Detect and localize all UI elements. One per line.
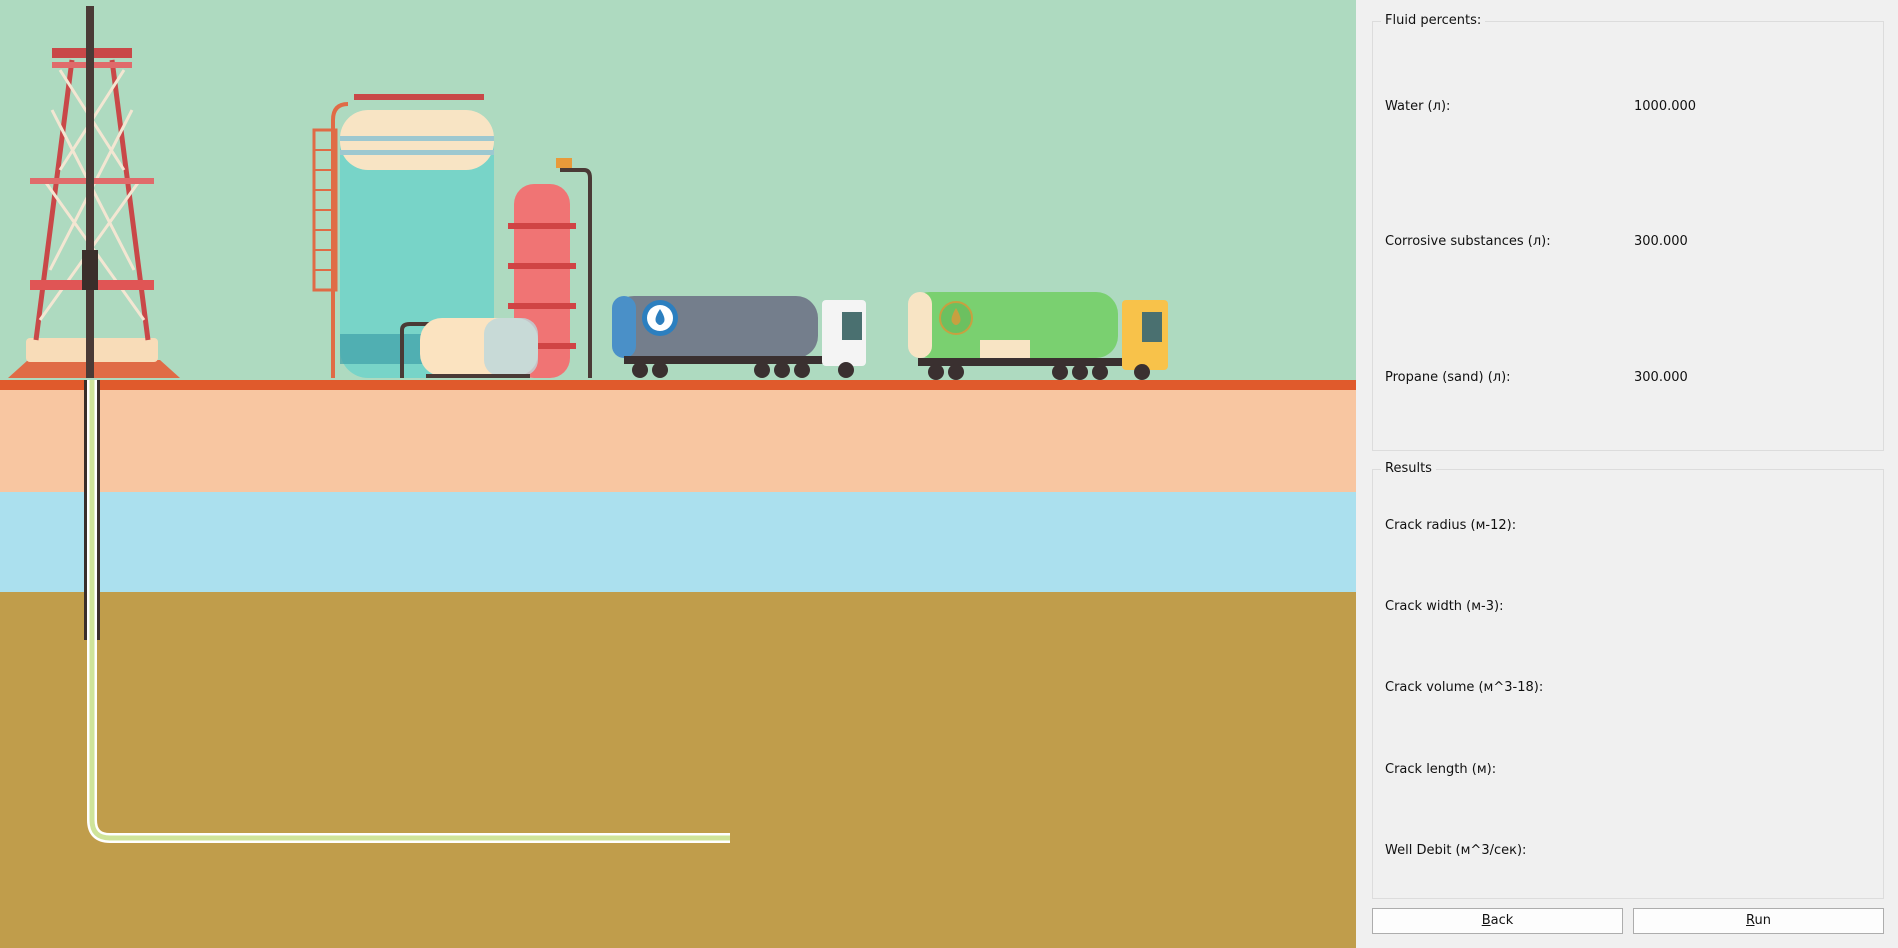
crack-volume-label: Crack volume (м^3-18): — [1385, 680, 1544, 695]
crack-length-label: Crack length (м): — [1385, 762, 1497, 777]
corrosive-substances-label: Corrosive substances (л): — [1385, 234, 1551, 249]
crack-width-label: Crack width (м-3): — [1385, 599, 1504, 614]
corrosive-substances-value[interactable]: 300.000 — [1634, 233, 1688, 251]
crack-volume-row: Crack volume (м^3-18): — [1385, 679, 1875, 697]
well-debit-label: Well Debit (м^3/сек): — [1385, 843, 1527, 858]
crack-radius-row: Crack radius (м-12): — [1385, 517, 1875, 535]
fracking-scene-illustration — [0, 0, 1356, 948]
results-title: Results — [1381, 461, 1436, 477]
water-row: Water (л): 1000.000 — [1385, 98, 1875, 116]
fluid-percents-group: Fluid percents: Water (л): 1000.000 Corr… — [1372, 13, 1884, 451]
water-value[interactable]: 1000.000 — [1634, 98, 1696, 116]
back-button[interactable]: Back — [1372, 908, 1623, 934]
results-group: Results Crack radius (м-12): Crack width… — [1372, 461, 1884, 899]
propane-sand-label: Propane (sand) (л): — [1385, 370, 1511, 385]
propane-sand-value[interactable]: 300.000 — [1634, 369, 1688, 387]
corrosive-substances-row: Corrosive substances (л): 300.000 — [1385, 233, 1875, 251]
parameters-panel: Fluid percents: Water (л): 1000.000 Corr… — [1356, 0, 1898, 948]
ground-line — [0, 380, 1356, 390]
run-button[interactable]: Run — [1633, 908, 1884, 934]
water-layer — [0, 492, 1356, 592]
well-debit-row: Well Debit (м^3/сек): — [1385, 842, 1875, 860]
back-button-mnemonic: B — [1481, 913, 1491, 928]
soil-layer — [0, 388, 1356, 492]
propane-sand-row: Propane (sand) (л): 300.000 — [1385, 369, 1875, 387]
run-button-label: un — [1754, 913, 1771, 928]
crack-length-row: Crack length (м): — [1385, 761, 1875, 779]
fluid-percents-title: Fluid percents: — [1381, 13, 1486, 29]
back-button-label: ack — [1490, 913, 1514, 928]
water-label: Water (л): — [1385, 99, 1451, 114]
rock-layer — [0, 592, 1356, 948]
crack-width-row: Crack width (м-3): — [1385, 598, 1875, 616]
crack-radius-label: Crack radius (м-12): — [1385, 518, 1517, 533]
